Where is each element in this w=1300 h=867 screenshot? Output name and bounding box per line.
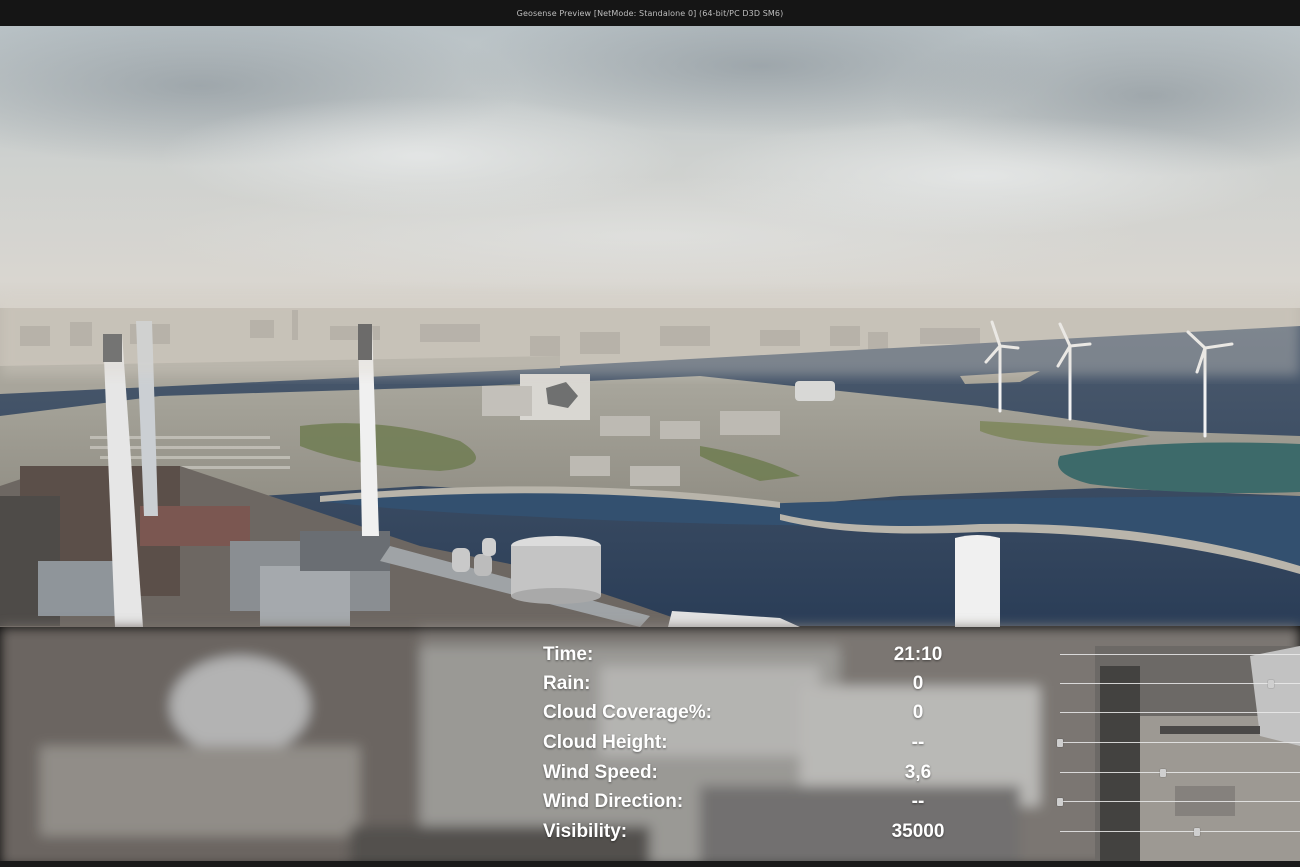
wind-direction-label: Wind Direction:: [543, 791, 684, 812]
setting-row-rain: Rain: 0: [0, 669, 1300, 698]
wind-speed-value: 3,6: [904, 762, 932, 783]
visibility-label: Visibility:: [543, 821, 628, 842]
wind-speed-slider-track: [1060, 772, 1300, 773]
rain-slider[interactable]: [1060, 677, 1300, 691]
cloud-height-slider[interactable]: [1057, 736, 1300, 750]
time-value: 21:10: [893, 644, 943, 665]
wind-direction-slider-thumb[interactable]: [1057, 798, 1063, 806]
time-slider-track: [1060, 654, 1300, 655]
setting-row-wind-speed: Wind Speed: 3,6: [0, 758, 1300, 787]
time-slider[interactable]: [1060, 648, 1300, 662]
window-title: Geosense Preview [NetMode: Standalone 0]…: [516, 8, 784, 18]
title-bar[interactable]: Geosense Preview [NetMode: Standalone 0]…: [0, 0, 1300, 26]
wind-direction-slider[interactable]: [1057, 795, 1300, 809]
visibility-value: 35000: [891, 821, 945, 842]
setting-row-cloud-height: Cloud Height: --: [0, 728, 1300, 757]
cloud-coverage-value: 0: [912, 702, 924, 723]
rain-label: Rain:: [543, 673, 591, 694]
setting-row-visibility: Visibility: 35000: [0, 817, 1300, 846]
wind-speed-slider-thumb[interactable]: [1160, 769, 1167, 777]
rain-slider-track: [1060, 683, 1300, 684]
app-window: Geosense Preview [NetMode: Standalone 0]…: [0, 0, 1300, 867]
wind-direction-slider-track: [1060, 801, 1300, 802]
cloud-coverage-label: Cloud Coverage%:: [543, 702, 712, 723]
rain-slider-thumb[interactable]: [1268, 680, 1275, 688]
cloud-coverage-slider[interactable]: [1060, 706, 1300, 720]
time-label: Time:: [543, 644, 594, 665]
cloud-coverage-slider-track: [1060, 712, 1300, 713]
visibility-slider-track: [1060, 831, 1300, 832]
weather-settings-panel: Time: 21:10 Rain: 0 Cloud Coverage%: 0 C…: [0, 627, 1300, 861]
window-bottom-edge: [0, 861, 1300, 867]
cloud-height-label: Cloud Height:: [543, 732, 668, 753]
cloud-height-slider-track: [1060, 742, 1300, 743]
wind-speed-label: Wind Speed:: [543, 762, 658, 783]
visibility-slider[interactable]: [1060, 825, 1300, 839]
visibility-slider-thumb[interactable]: [1193, 828, 1200, 836]
wind-speed-slider[interactable]: [1060, 766, 1300, 780]
setting-row-time: Time: 21:10: [0, 640, 1300, 669]
cloud-height-value: --: [911, 732, 925, 753]
3d-viewport[interactable]: Time: 21:10 Rain: 0 Cloud Coverage%: 0 C…: [0, 26, 1300, 867]
wind-direction-value: --: [911, 791, 925, 812]
cloud-height-slider-thumb[interactable]: [1057, 739, 1063, 747]
setting-row-cloud-coverage: Cloud Coverage%: 0: [0, 698, 1300, 727]
setting-row-wind-direction: Wind Direction: --: [0, 787, 1300, 816]
rain-value: 0: [912, 673, 924, 694]
